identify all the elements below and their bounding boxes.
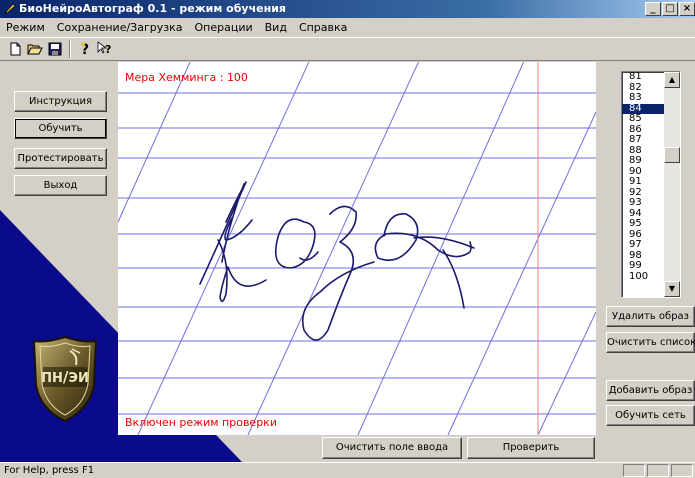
window-title: БиоНейроАвтограф 0.1 - режим обучения xyxy=(19,2,286,15)
scroll-down-icon[interactable]: ▼ xyxy=(664,281,680,297)
menu-operations[interactable]: Операции xyxy=(192,21,254,34)
title-bar[interactable]: БиоНейроАвтограф 0.1 - режим обучения _ … xyxy=(0,0,695,18)
menu-view[interactable]: Вид xyxy=(263,21,289,34)
new-file-icon[interactable] xyxy=(6,40,24,58)
list-scrollbar[interactable]: ▲ ▼ xyxy=(664,72,680,297)
check-button[interactable]: Проверить xyxy=(467,437,595,459)
hamming-measure: Мера Хемминга : 100 xyxy=(125,71,248,84)
main-window: БиоНейроАвтограф 0.1 - режим обучения _ … xyxy=(0,0,695,477)
add-sample-button[interactable]: Добавить образ xyxy=(606,380,695,401)
maximize-button[interactable]: □ xyxy=(662,2,678,16)
train-button[interactable]: Обучить xyxy=(14,118,107,139)
menu-help[interactable]: Справка xyxy=(297,21,349,34)
instruction-button[interactable]: Инструкция xyxy=(14,91,107,112)
handwriting-canvas[interactable]: Мера Хемминга : 100 Включен режим провер… xyxy=(118,62,596,435)
check-mode-label: Включен режим проверки xyxy=(125,416,277,429)
status-text: For Help, press F1 xyxy=(4,465,95,476)
handwriting-strokes xyxy=(199,181,475,341)
svg-text:?: ? xyxy=(105,43,111,56)
train-network-button[interactable]: Обучить сеть xyxy=(606,405,695,426)
toolbar: ? ? xyxy=(0,37,695,61)
clear-list-button[interactable]: Очистить список xyxy=(606,332,695,353)
app-icon xyxy=(4,3,16,14)
toolbar-separator xyxy=(69,40,71,58)
delete-sample-button[interactable]: Удалить образ xyxy=(606,306,695,327)
close-button[interactable]: × xyxy=(679,2,695,16)
save-icon[interactable] xyxy=(46,40,64,58)
context-help-icon[interactable]: ? xyxy=(96,40,114,58)
menu-mode[interactable]: Режим xyxy=(4,21,47,34)
open-folder-icon[interactable] xyxy=(26,40,44,58)
status-panes xyxy=(623,464,693,477)
minimize-button[interactable]: _ xyxy=(645,2,661,16)
exit-button[interactable]: Выход xyxy=(14,175,107,196)
svg-text:ПН/ЭИ: ПН/ЭИ xyxy=(41,368,89,386)
menu-bar: Режим Сохранение/Загрузка Операции Вид С… xyxy=(0,18,695,37)
status-bar: For Help, press F1 xyxy=(0,462,695,477)
help-icon[interactable]: ? xyxy=(76,40,94,58)
scroll-up-icon[interactable]: ▲ xyxy=(664,72,680,88)
scroll-thumb[interactable] xyxy=(664,147,680,163)
institute-logo: ПН/ЭИ xyxy=(32,335,98,423)
menu-save-load[interactable]: Сохранение/Загрузка xyxy=(55,21,185,34)
clear-input-button[interactable]: Очистить поле ввода xyxy=(322,437,462,459)
samples-list[interactable]: 81 82 83 84 85 86 87 88 89 90 91 92 93 94 95 96 97 98 99 10… xyxy=(621,71,681,298)
test-button[interactable]: Протестировать xyxy=(14,148,107,169)
